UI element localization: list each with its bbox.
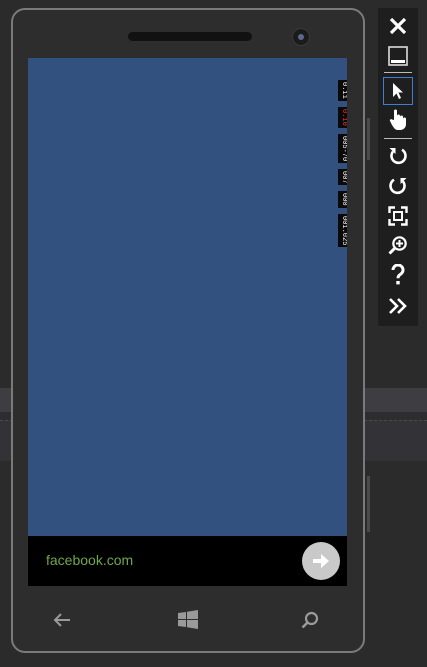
pointer-mode-button[interactable] bbox=[383, 77, 413, 105]
counter-5: 000 bbox=[338, 191, 347, 209]
counter-3: 005-70 bbox=[338, 133, 347, 163]
rotate-left-button[interactable] bbox=[383, 142, 413, 170]
window-edge bbox=[367, 476, 370, 532]
window-edge bbox=[367, 118, 370, 160]
phone-screen[interactable]: 0.11 0.10 005-70 007 000 001.025 faceboo… bbox=[28, 58, 347, 586]
back-icon[interactable] bbox=[42, 602, 82, 638]
counter-1: 0.11 bbox=[338, 80, 347, 101]
windows-start-icon[interactable] bbox=[168, 602, 208, 638]
arrow-right-icon bbox=[313, 554, 329, 568]
fit-to-screen-button[interactable] bbox=[383, 202, 413, 230]
counter-6: 001.025 bbox=[338, 214, 347, 248]
search-icon[interactable] bbox=[290, 602, 330, 638]
frame-rate-counters: 0.11 0.10 005-70 007 000 001.025 bbox=[338, 80, 347, 253]
emulator-toolbar bbox=[378, 8, 418, 326]
help-button[interactable] bbox=[383, 261, 413, 289]
close-icon bbox=[389, 17, 407, 35]
phone-speaker bbox=[128, 32, 252, 41]
rotate-right-button[interactable] bbox=[383, 172, 413, 200]
rotate-left-icon bbox=[389, 148, 407, 165]
close-button[interactable] bbox=[383, 12, 413, 40]
toolbar-divider bbox=[384, 72, 412, 73]
counter-2: 0.10 bbox=[338, 106, 347, 128]
fit-screen-icon bbox=[388, 206, 408, 226]
zoom-button[interactable] bbox=[383, 231, 413, 259]
toolbar-divider bbox=[384, 138, 412, 139]
address-bar: facebook.com bbox=[28, 536, 347, 586]
web-content[interactable]: 0.11 0.10 005-70 007 000 001.025 bbox=[28, 58, 347, 536]
pointer-icon bbox=[393, 83, 403, 99]
phone-emulator: 0.11 0.10 005-70 007 000 001.025 faceboo… bbox=[11, 8, 365, 653]
phone-camera bbox=[292, 28, 310, 46]
touch-mode-button[interactable] bbox=[383, 106, 413, 134]
minimize-button[interactable] bbox=[383, 42, 413, 70]
more-icon bbox=[389, 298, 407, 314]
zoom-icon bbox=[388, 236, 407, 255]
phone-navigation-bar bbox=[28, 602, 347, 638]
rotate-right-icon bbox=[389, 178, 407, 195]
help-icon bbox=[391, 264, 405, 285]
minimize-icon bbox=[388, 46, 408, 66]
more-tools-button[interactable] bbox=[383, 292, 413, 320]
touch-icon bbox=[389, 109, 406, 130]
counter-4: 007 bbox=[338, 168, 347, 186]
url-field[interactable]: facebook.com bbox=[46, 552, 133, 568]
go-button[interactable] bbox=[302, 542, 340, 580]
